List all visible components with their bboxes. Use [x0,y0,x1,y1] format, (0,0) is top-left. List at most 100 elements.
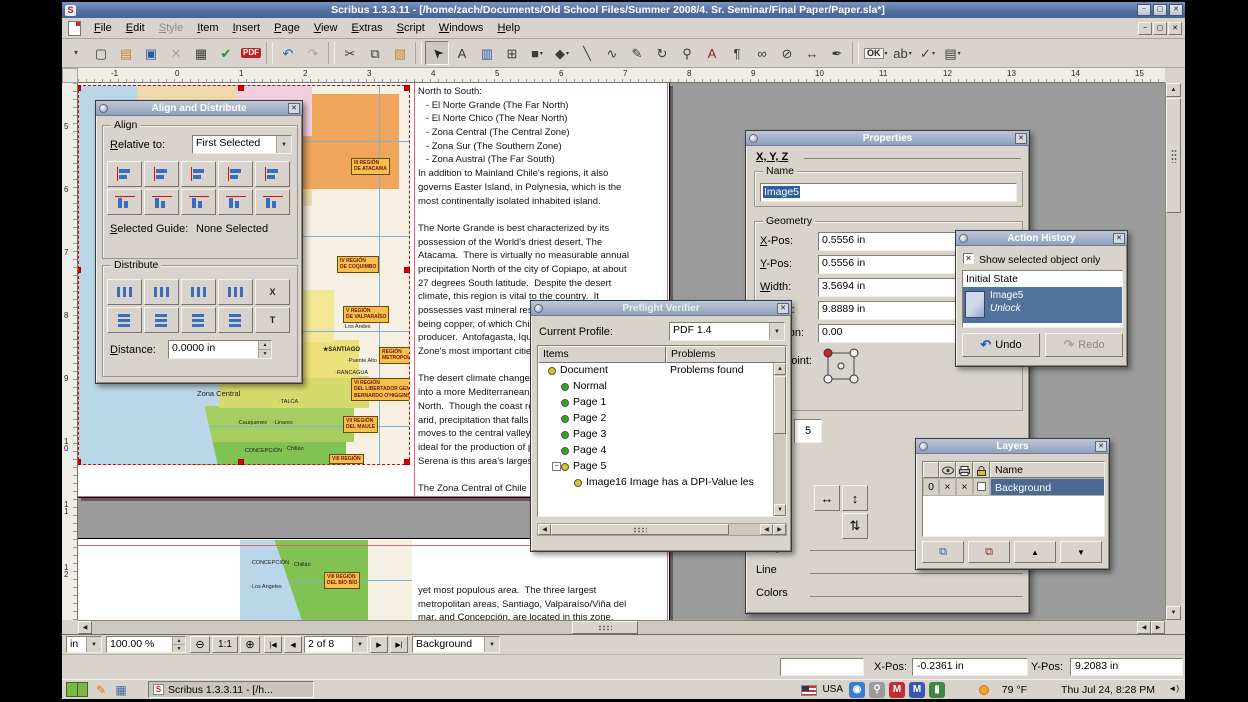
name-input[interactable]: Image5 [760,183,1017,202]
align-top-out-button[interactable] [107,189,142,215]
workspace-switcher[interactable] [66,682,88,697]
monitor-tray-icon[interactable]: ▮ [929,682,945,698]
mdi-restore-button[interactable]: ▢ [1153,22,1167,35]
pdf-checkbox-button[interactable]: ✓▾ [916,41,940,65]
maximize-button[interactable]: ▢ [1153,4,1167,16]
lower-layer-button[interactable]: ▼ [1060,541,1102,563]
mdi-minimize-button[interactable]: − [1138,22,1152,35]
scribus-task-button[interactable]: SScribus 1.3.3.11 - [/h... [148,681,314,698]
close-icon[interactable]: ✕ [288,103,300,114]
selection-handle[interactable] [78,85,81,91]
align-left-button[interactable] [144,161,179,187]
properties-dialog-titlebar[interactable]: Properties ✕ [746,131,1029,146]
edit-contents-button[interactable]: A [700,41,724,65]
new-document-button[interactable]: ▢ [89,41,113,65]
preflight-table[interactable]: Items Problems DocumentProblems foundNor… [537,345,787,517]
preflight-item[interactable]: Page 2 [538,411,773,427]
insert-polygon-button[interactable]: ◆▾ [550,41,574,65]
align-left-out-button[interactable] [107,161,142,187]
distribute-centers-v-button[interactable] [144,307,179,333]
distribute-bottom-sides-button[interactable] [181,307,216,333]
close-button[interactable]: ✕ [1169,4,1183,16]
menu-page[interactable]: Page [267,20,307,36]
distribute-x-button[interactable]: X [255,279,290,305]
align-bottom-out-button[interactable] [255,189,290,215]
temperature-label[interactable]: 79 °F [1002,684,1027,696]
align-right-button[interactable] [218,161,253,187]
chart-launcher-icon[interactable]: ▦ [112,681,130,698]
history-item-selected[interactable]: Image5 Unlock [963,287,1122,323]
menu-view[interactable]: View [307,20,345,36]
distribute-equal-gaps-v-button[interactable] [218,307,253,333]
align-dialog-titlebar[interactable]: Align and Distribute ✕ [96,101,302,116]
save-document-button[interactable]: ▣ [139,41,163,65]
weather-icon[interactable] [979,685,989,695]
selection-handle[interactable] [238,459,244,465]
scroll-up-icon[interactable]: ▲ [1166,83,1181,97]
scroll-left-icon[interactable]: ◀ [78,621,92,634]
zoom-actual-size-button[interactable]: 1:1 [212,636,238,653]
close-icon[interactable]: ✕ [1113,233,1125,244]
layer-visible-checkbox[interactable]: × [939,478,956,496]
align-center-h-button[interactable] [181,161,216,187]
preflight-item[interactable]: Normal [538,379,773,395]
pdf-push-button-button[interactable]: OK▾ [862,41,890,65]
scroll-down-icon[interactable]: ▼ [1166,606,1181,620]
distribute-left-sides-button[interactable] [107,279,142,305]
preflight-item[interactable]: −Page 5 [538,459,773,475]
menu-item[interactable]: Item [190,20,225,36]
selection-handle[interactable] [78,459,81,465]
vertical-ruler[interactable]: 567891 01 11 2 [62,83,78,620]
distribute-top-sides-button[interactable] [107,307,142,333]
preflight-item[interactable]: Page 1 [538,395,773,411]
menu-help[interactable]: Help [490,20,527,36]
lock-button[interactable]: ⇅ [842,513,868,539]
problems-column-header[interactable]: Problems [666,346,786,363]
scroll-thumb[interactable] [551,524,729,535]
menu-edit[interactable]: Edit [119,20,152,36]
mdi-close-button[interactable]: ✕ [1168,22,1182,35]
align-top-button[interactable] [144,189,179,215]
toolbar-handle-button[interactable]: ▾ [64,41,88,65]
distribute-y-button[interactable]: T [255,307,290,333]
keyboard-flag-icon[interactable] [801,685,817,696]
horizontal-ruler[interactable]: -10123456789101112131415 [78,68,1165,83]
selection-handle[interactable] [404,459,410,465]
measurements-button[interactable]: ↔ [800,41,824,65]
next-page-button[interactable]: ▶ [370,636,388,653]
layers-table[interactable]: Name 0 × × Background [922,461,1105,537]
undo-button[interactable]: ↶ [276,41,300,65]
relative-to-select[interactable]: First Selected▼ [192,135,292,154]
selection-handle[interactable] [404,85,410,91]
history-dialog-titlebar[interactable]: Action History ✕ [956,231,1127,246]
menu-extras[interactable]: Extras [344,20,389,36]
insert-image-frame-button[interactable]: ▥ [475,41,499,65]
horizontal-scroll-thumb[interactable] [572,621,638,634]
export-pdf-button[interactable]: PDF [239,41,263,65]
menu-script[interactable]: Script [390,20,432,36]
insert-bezier-button[interactable]: ∿ [600,41,624,65]
close-document-button[interactable]: ✕ [164,41,188,65]
print-document-button[interactable]: ▦ [189,41,213,65]
volume-icon[interactable]: ◄) [1168,684,1179,693]
cut-button[interactable]: ✂ [338,41,362,65]
vertical-scrollbar[interactable]: ▲ ▼ [1165,83,1181,620]
insert-table-button[interactable]: ⊞ [500,41,524,65]
spin-arrows[interactable]: ▲▼ [258,341,271,358]
copy-item-properties-button[interactable]: ✒ [825,41,849,65]
show-selected-only-checkbox[interactable]: ✕ [963,253,974,264]
zoom-button[interactable]: ⚲ [675,41,699,65]
keyboard-layout-label[interactable]: USA [822,684,843,695]
mail-tray-icon[interactable]: M [889,682,905,698]
tab-colors[interactable]: Colors [754,585,1023,605]
scroll-right-icon[interactable]: ▶ [773,524,786,535]
history-item[interactable]: Initial State [963,271,1122,287]
scroll-right-icon[interactable]: ▶ [1151,621,1165,634]
text-frame-column-2[interactable]: yet most populous area. The three larges… [418,584,670,620]
preflight-verifier-button[interactable]: ✔ [214,41,238,65]
search-tray-icon[interactable]: ⚲ [869,682,885,698]
last-page-button[interactable]: ▶| [390,636,408,653]
unlink-text-frames-button[interactable]: ⊘ [775,41,799,65]
add-layer-button[interactable]: ⧉ [922,541,964,563]
scroll-down-icon[interactable]: ▼ [774,504,786,516]
